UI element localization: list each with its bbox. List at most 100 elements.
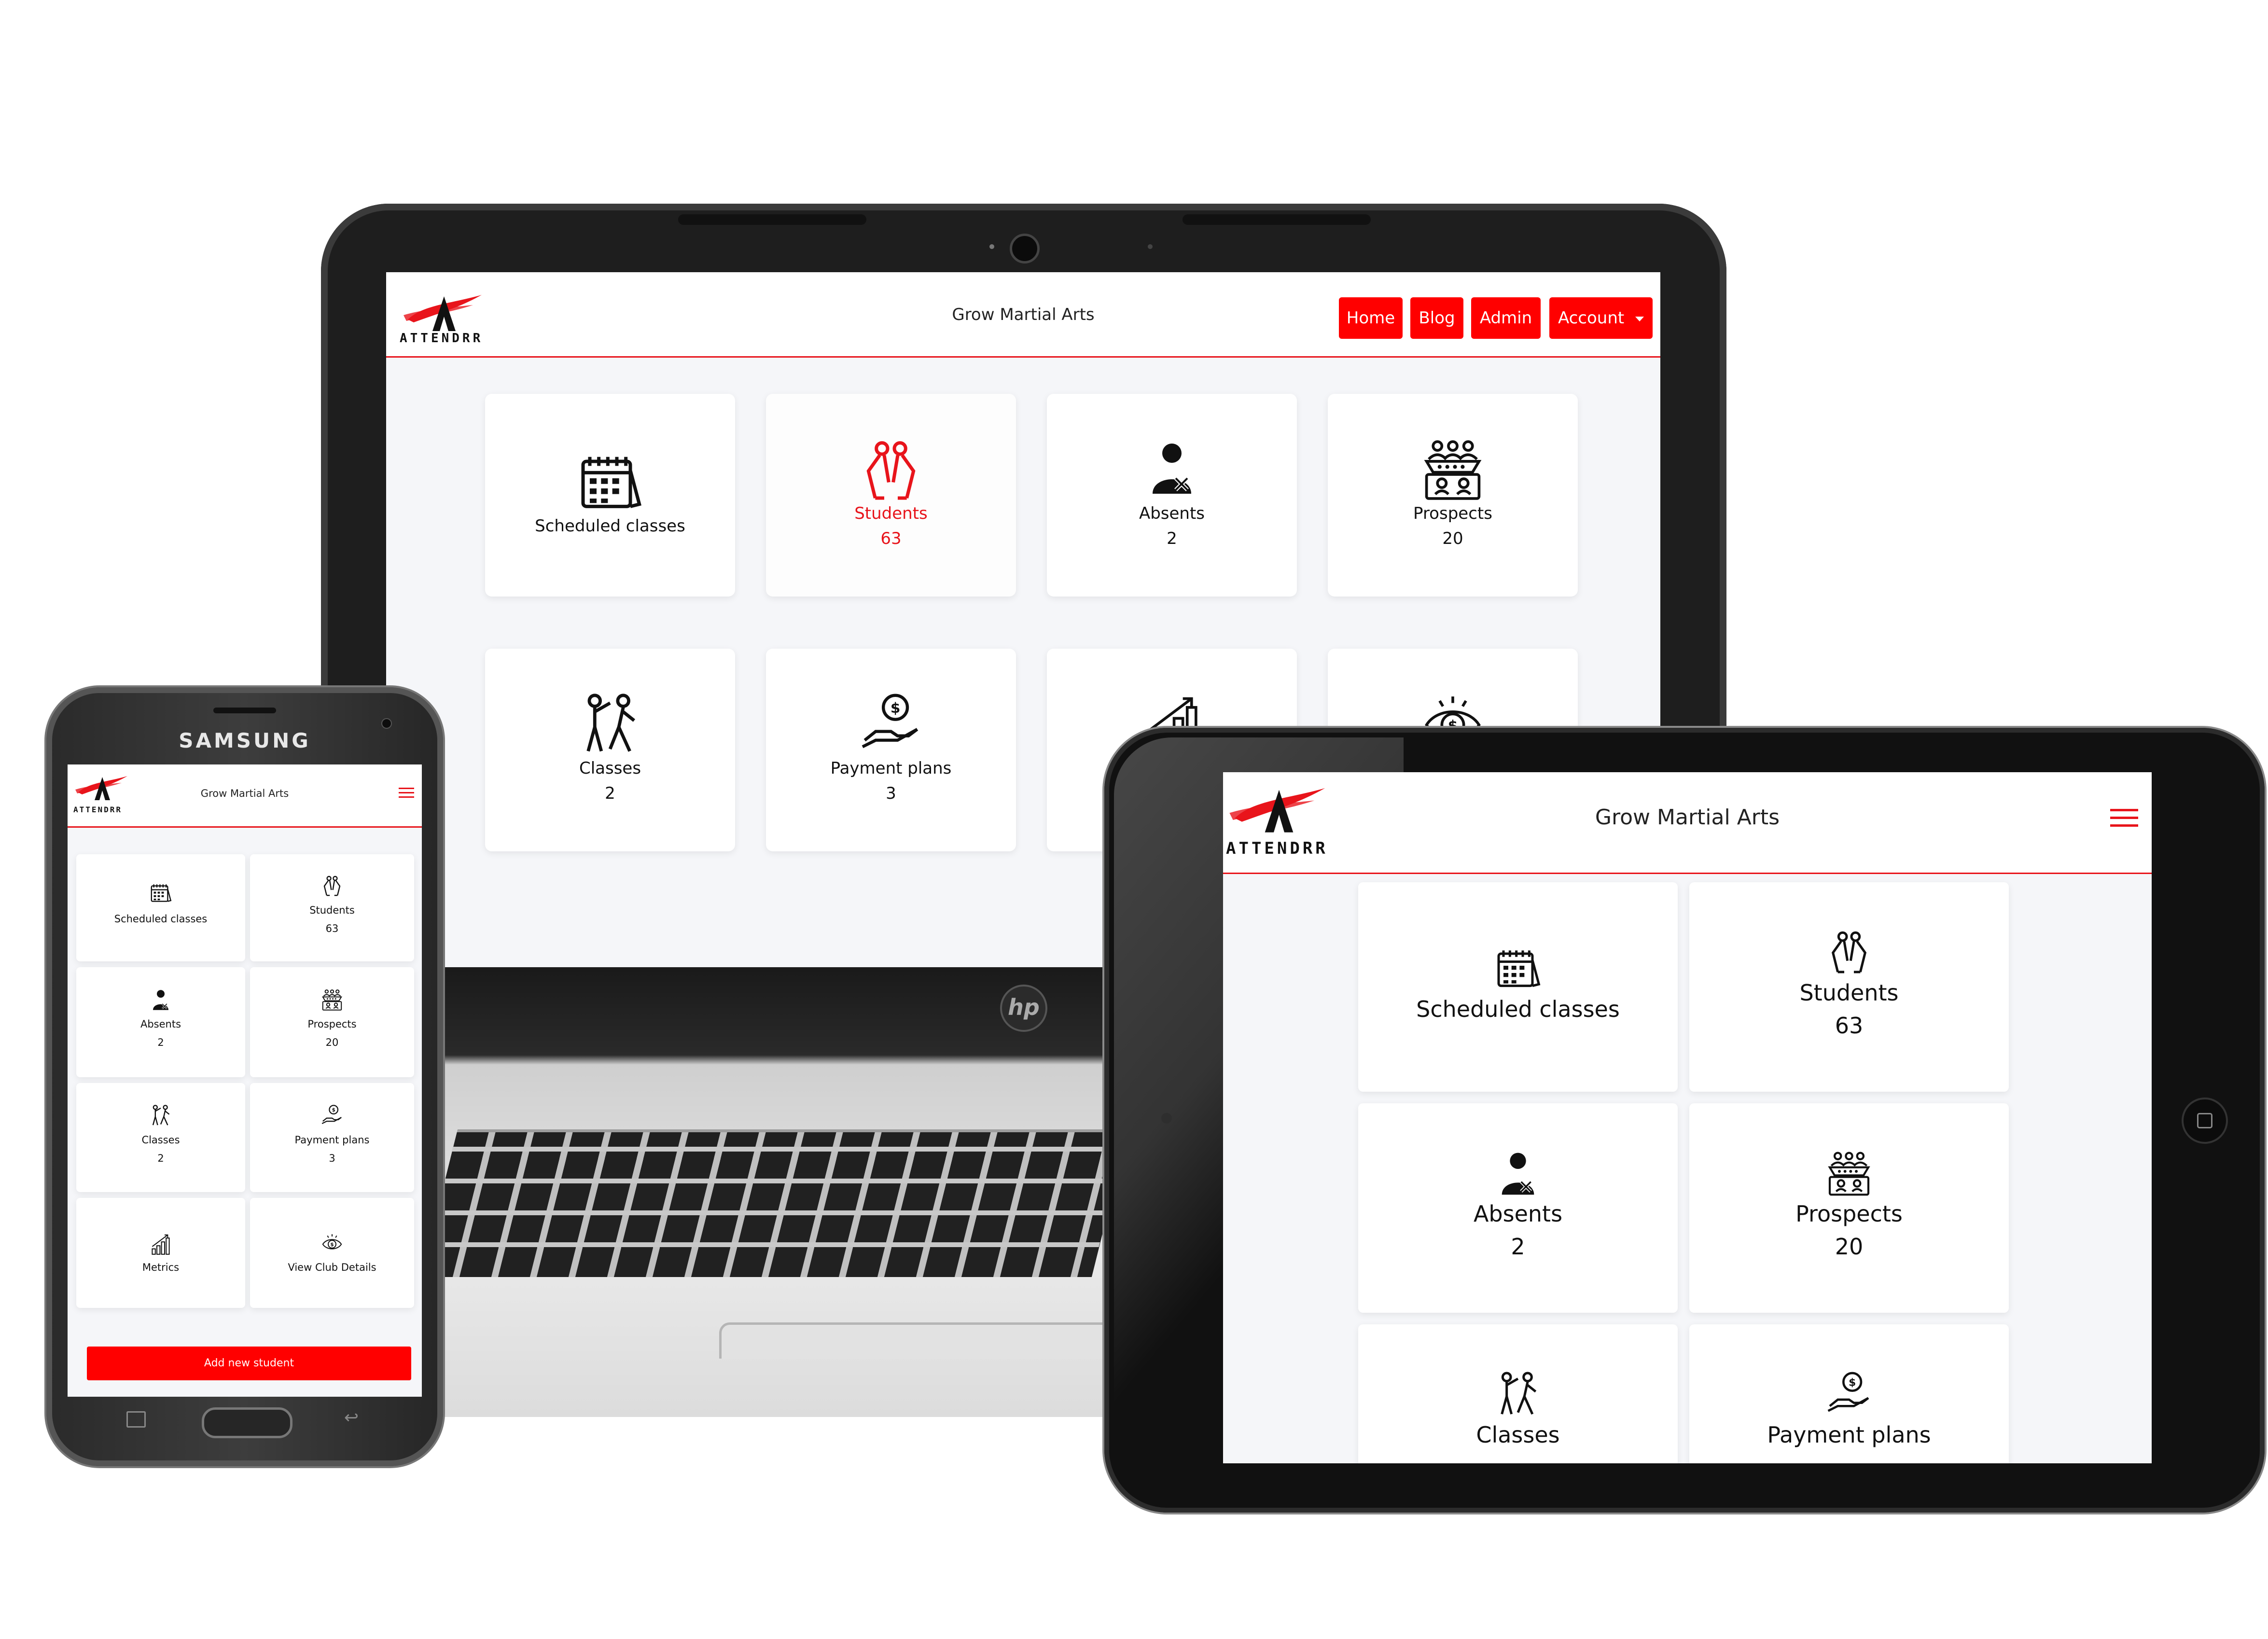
tile-label: Payment plans — [1767, 1422, 1931, 1448]
tile-count: 3 — [329, 1153, 335, 1164]
tile-count: 63 — [1835, 1013, 1864, 1039]
page-title: Grow Martial Arts — [1595, 805, 1780, 830]
tile-label: Classes — [1476, 1422, 1560, 1448]
tile-label: Scheduled classes — [114, 913, 208, 925]
tile-scheduled-classes[interactable]: Scheduled classes — [485, 394, 735, 597]
tile-scheduled-classes[interactable]: Scheduled classes — [1358, 882, 1678, 1092]
absent-person-icon — [1143, 437, 1201, 500]
phone-screen: ATTENDRR Grow Martial Arts Scheduled cla… — [68, 764, 422, 1397]
tablet-app-header: ATTENDRR Grow Martial Arts — [1223, 772, 2152, 874]
page-title: Grow Martial Arts — [952, 305, 1095, 324]
nav-home-button[interactable]: Home — [1339, 297, 1403, 339]
phone-app-header: ATTENDRR Grow Martial Arts — [68, 764, 422, 828]
tile-prospects[interactable]: Prospects 20 — [1328, 394, 1578, 597]
tablet-screen: ATTENDRR Grow Martial Arts Scheduled cla… — [1223, 772, 2152, 1463]
hamburger-menu-icon[interactable] — [2110, 809, 2138, 828]
tablet-camera — [1161, 1113, 1172, 1124]
tile-label: View Club Details — [288, 1262, 376, 1273]
metrics-chart-icon — [149, 1233, 172, 1256]
tile-absents[interactable]: Absents 2 — [1358, 1103, 1678, 1313]
tile-label: Prospects — [1795, 1201, 1903, 1227]
tile-payment-plans[interactable]: Payment plans — [1689, 1324, 2009, 1463]
tile-count: 20 — [325, 1037, 339, 1048]
recent-apps-icon[interactable] — [126, 1411, 146, 1428]
laptop-app-header: ATTENDRR Grow Martial Arts Home Blog Adm… — [386, 272, 1660, 358]
page-title: Grow Martial Arts — [200, 788, 289, 799]
payment-hand-icon — [857, 692, 925, 758]
phone-speaker — [213, 708, 276, 713]
tile-payment-plans[interactable]: Payment plans 3 — [250, 1083, 414, 1192]
hamburger-menu-icon[interactable] — [399, 788, 414, 799]
prospects-icon — [1825, 1150, 1873, 1198]
tile-absents[interactable]: Absents 2 — [76, 967, 245, 1077]
tile-label: Classes — [579, 759, 641, 778]
tile-count: 20 — [1442, 529, 1463, 548]
back-icon[interactable]: ↩ — [343, 1409, 360, 1427]
keyboard-row-gaps — [421, 1129, 1128, 1274]
tile-count: 2 — [1167, 529, 1177, 548]
tile-label: Payment plans — [830, 759, 952, 778]
tile-students[interactable]: Students 63 — [766, 394, 1016, 597]
tile-count: 63 — [325, 923, 339, 934]
laptop-hinge-left — [678, 214, 866, 225]
calendar-icon — [149, 881, 172, 904]
payment-hand-icon — [320, 1104, 344, 1127]
phone-home-button[interactable] — [202, 1407, 292, 1438]
students-icon — [1825, 929, 1873, 977]
tile-metrics[interactable]: Metrics — [76, 1198, 245, 1308]
nav-account-label: Account — [1558, 308, 1625, 328]
add-new-student-button[interactable]: Add new student — [87, 1347, 411, 1380]
phone-brand: SAMSUNG — [179, 729, 311, 752]
nav-blog-button[interactable]: Blog — [1410, 297, 1463, 339]
tile-scheduled-classes[interactable]: Scheduled classes — [76, 854, 245, 961]
tile-label: Absents — [1473, 1201, 1563, 1227]
camera-led — [989, 244, 994, 249]
calendar-icon — [576, 448, 644, 515]
webcam-icon — [1010, 234, 1040, 264]
tablet-home-button[interactable] — [2182, 1097, 2228, 1144]
tile-count: 20 — [1835, 1234, 1864, 1260]
tile-label: Metrics — [142, 1262, 180, 1273]
tile-absents[interactable]: Absents 2 — [1047, 394, 1297, 597]
laptop-touchpad — [719, 1322, 1120, 1359]
tile-count: 2 — [157, 1153, 164, 1164]
tile-classes[interactable]: Classes 2 — [485, 649, 735, 851]
martial-arts-icon — [1494, 1371, 1542, 1419]
calendar-icon — [1494, 944, 1542, 992]
tile-payment-plans[interactable]: Payment plans 3 — [766, 649, 1016, 851]
hp-logo: hp — [1000, 985, 1047, 1032]
nav-account-dropdown[interactable]: Account — [1549, 297, 1653, 339]
payment-hand-icon — [1825, 1371, 1873, 1419]
tile-count: 3 — [886, 784, 896, 803]
logo-text: ATTENDRR — [1226, 839, 1328, 858]
martial-arts-icon — [149, 1104, 172, 1127]
tile-label: Prospects — [307, 1018, 357, 1030]
tile-label: Scheduled classes — [1416, 996, 1620, 1022]
tile-label: Payment plans — [294, 1134, 370, 1146]
camera-sensor — [1148, 244, 1153, 249]
phone-front-camera — [381, 718, 392, 729]
tile-students[interactable]: Students 63 — [250, 854, 414, 961]
caret-down-icon — [1635, 316, 1644, 321]
tile-prospects[interactable]: Prospects 20 — [1689, 1103, 2009, 1313]
tile-count: 63 — [880, 529, 902, 548]
tile-prospects[interactable]: Prospects 20 — [250, 967, 414, 1077]
square-icon — [2197, 1113, 2212, 1128]
tile-club-details[interactable]: View Club Details — [250, 1198, 414, 1308]
tile-label: Scheduled classes — [535, 516, 685, 536]
tile-classes[interactable]: Classes 2 — [76, 1083, 245, 1192]
nav-admin-button[interactable]: Admin — [1471, 297, 1541, 339]
students-icon — [320, 875, 344, 898]
tile-classes[interactable]: Classes — [1358, 1324, 1678, 1463]
phone-device: SAMSUNG ATTENDRR Grow Martial Arts Sched… — [46, 687, 443, 1466]
logo-text: ATTENDRR — [400, 331, 484, 346]
tile-count: 2 — [1511, 1234, 1525, 1260]
laptop-hinge-right — [1183, 214, 1371, 225]
tile-label: Students — [1799, 980, 1899, 1006]
tile-count: 2 — [605, 784, 615, 803]
tile-label: Absents — [140, 1018, 181, 1030]
tile-students[interactable]: Students 63 — [1689, 882, 2009, 1092]
absent-person-icon — [149, 988, 172, 1012]
tile-label: Prospects — [1413, 504, 1492, 523]
tablet-device: ATTENDRR Grow Martial Arts Scheduled cla… — [1104, 728, 2265, 1513]
